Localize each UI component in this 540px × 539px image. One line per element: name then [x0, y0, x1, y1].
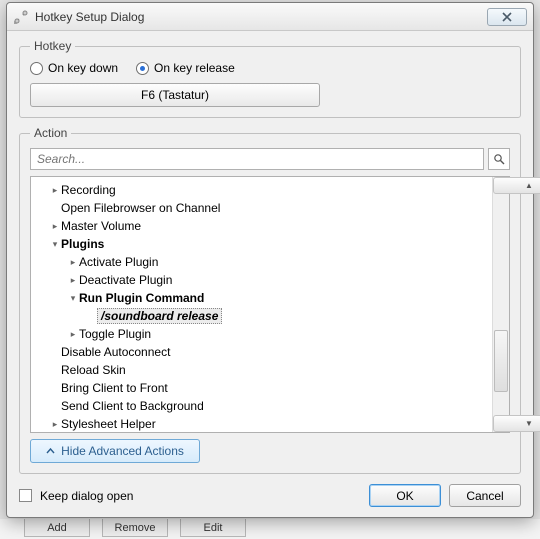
action-tree[interactable]: ▸Recording▸Open Filebrowser on Channel▸M… [30, 176, 510, 433]
search-row [30, 148, 510, 170]
hide-advanced-button[interactable]: Hide Advanced Actions [30, 439, 200, 463]
scroll-up-button[interactable]: ▲ [493, 177, 540, 194]
search-button[interactable] [488, 148, 510, 170]
tree-label: /soundboard release [97, 308, 222, 324]
bg-add-button[interactable]: Add [24, 519, 90, 537]
bg-edit-button[interactable]: Edit [180, 519, 246, 537]
tree-label: Reload Skin [61, 363, 126, 377]
radio-label: On key down [48, 61, 118, 75]
tree-label: Send Client to Background [61, 399, 204, 413]
dialog-title: Hotkey Setup Dialog [35, 10, 487, 24]
tree-label: Toggle Plugin [79, 327, 151, 341]
keep-open-checkbox[interactable] [19, 489, 32, 502]
tree-label: Master Volume [61, 219, 141, 233]
app-icon [13, 9, 29, 25]
cancel-button[interactable]: Cancel [449, 484, 521, 507]
chevron-right-icon: ▸ [67, 275, 79, 286]
radio-label: On key release [154, 61, 235, 75]
tree-row[interactable]: ▸Send Client to Background [31, 397, 509, 415]
tree-label: Open Filebrowser on Channel [61, 201, 220, 215]
dialog-content: Hotkey On key down On key release F6 (Ta… [7, 31, 533, 484]
background-toolbar: Add Remove Edit [0, 519, 540, 539]
close-button[interactable] [487, 8, 527, 26]
ok-button[interactable]: OK [369, 484, 441, 507]
action-tree-wrap: ▸Recording▸Open Filebrowser on Channel▸M… [30, 176, 510, 433]
tree-row[interactable]: ▸Toggle Plugin [31, 325, 509, 343]
tree-label: Disable Autoconnect [61, 345, 170, 359]
scroll-thumb[interactable] [494, 330, 508, 392]
tree-row[interactable]: ▸Disable Autoconnect [31, 343, 509, 361]
action-group: Action ▸Recording▸Open Filebrowser on Ch… [19, 126, 521, 474]
chevron-right-icon: ▸ [49, 185, 61, 196]
radio-icon [30, 62, 43, 75]
tree-label: Stylesheet Helper [61, 417, 156, 431]
radio-icon [136, 62, 149, 75]
keep-open-label: Keep dialog open [40, 489, 133, 503]
action-legend: Action [30, 126, 71, 140]
tree-row[interactable]: ▸Bring Client to Front [31, 379, 509, 397]
tree-row[interactable]: ▸Recording [31, 181, 509, 199]
tree-row[interactable]: ▸Activate Plugin [31, 253, 509, 271]
hotkey-dialog: Hotkey Setup Dialog Hotkey On key down O… [6, 2, 534, 518]
hotkey-legend: Hotkey [30, 39, 75, 53]
chevron-right-icon: ▸ [49, 419, 61, 430]
hotkey-binding-label: F6 (Tastatur) [141, 88, 209, 102]
tree-label: Bring Client to Front [61, 381, 168, 395]
magnify-icon [493, 153, 505, 165]
hotkey-group: Hotkey On key down On key release F6 (Ta… [19, 39, 521, 118]
tree-label: Activate Plugin [79, 255, 158, 269]
tree-row[interactable]: ▸Master Volume [31, 217, 509, 235]
tree-row[interactable]: ▸Deactivate Plugin [31, 271, 509, 289]
close-icon [502, 12, 512, 22]
search-input[interactable] [30, 148, 484, 170]
hotkey-trigger-row: On key down On key release [30, 61, 510, 75]
chevron-right-icon: ▸ [67, 257, 79, 268]
tree-row[interactable]: ▾Run Plugin Command [31, 289, 509, 307]
tree-row[interactable]: ▸Reload Skin [31, 361, 509, 379]
radio-on-key-down[interactable]: On key down [30, 61, 118, 75]
titlebar: Hotkey Setup Dialog [7, 3, 533, 31]
tree-label: Plugins [61, 237, 104, 251]
hotkey-binding-button[interactable]: F6 (Tastatur) [30, 83, 320, 107]
hide-advanced-label: Hide Advanced Actions [61, 444, 184, 458]
scrollbar[interactable]: ▲ ▼ [492, 177, 509, 432]
chevron-down-icon: ▾ [67, 293, 79, 304]
tree-row[interactable]: ▸Open Filebrowser on Channel [31, 199, 509, 217]
tree-label: Recording [61, 183, 116, 197]
chevron-right-icon: ▸ [67, 329, 79, 340]
chevron-down-icon: ▾ [49, 239, 61, 250]
tree-label: Deactivate Plugin [79, 273, 172, 287]
tree-row[interactable]: ▾Plugins [31, 235, 509, 253]
tree-row[interactable]: ▸Stylesheet Helper [31, 415, 509, 433]
radio-on-key-release[interactable]: On key release [136, 61, 235, 75]
tree-row[interactable]: ▸/soundboard release [31, 307, 509, 325]
tree-label: Run Plugin Command [79, 291, 204, 305]
bg-remove-button[interactable]: Remove [102, 519, 168, 537]
chevron-right-icon: ▸ [49, 221, 61, 232]
chevron-up-icon [46, 447, 55, 456]
scroll-down-button[interactable]: ▼ [493, 415, 540, 432]
dialog-footer: Keep dialog open OK Cancel [7, 484, 533, 517]
